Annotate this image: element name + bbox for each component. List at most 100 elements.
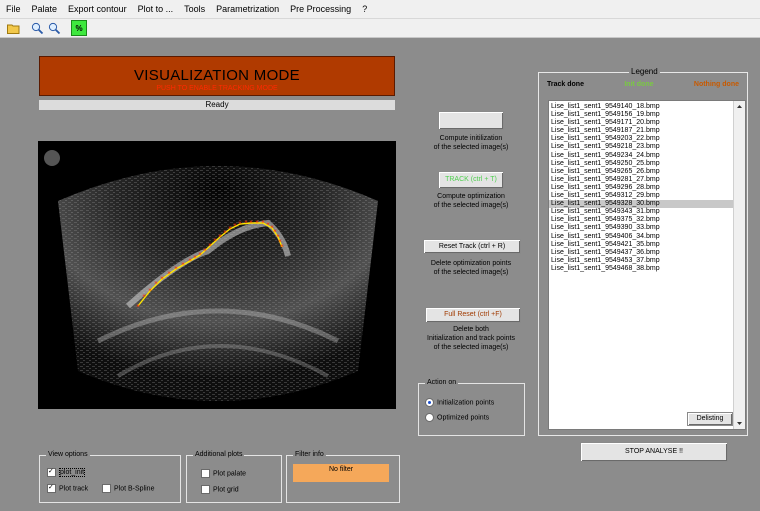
radio-initialization-label: Initialization points — [437, 399, 495, 407]
menu-parametrization[interactable]: Parametrization — [210, 4, 284, 14]
status-bar: Ready — [39, 100, 395, 110]
radio-on-icon — [425, 398, 434, 407]
list-item[interactable]: Lise_list1_sent1_9549296_28.bmp — [549, 184, 745, 192]
svg-text:*: * — [218, 233, 222, 241]
list-item[interactable]: Lise_list1_sent1_9549265_26.bmp — [549, 168, 745, 176]
svg-text:*: * — [142, 293, 146, 301]
scroll-up-icon[interactable] — [734, 101, 745, 112]
list-item[interactable]: Lise_list1_sent1_9549140_18.bmp — [549, 103, 745, 111]
file-list[interactable]: Lise_list1_sent1_9549140_18.bmp Lise_list… — [548, 100, 746, 430]
list-item[interactable]: Lise_list1_sent1_9549468_38.bmp — [549, 265, 745, 273]
full-reset-button[interactable]: Full Reset (ctrl +F) — [425, 307, 521, 323]
open-folder-icon[interactable] — [6, 21, 20, 35]
checkbox-plot-grid[interactable]: Plot grid — [201, 485, 239, 494]
delisting-label: Delisting — [696, 415, 724, 422]
list-item[interactable]: Lise_list1_sent1_9549187_21.bmp — [549, 127, 745, 135]
reset-track-label: Reset Track (ctrl + R) — [438, 243, 506, 250]
svg-text:*: * — [181, 261, 185, 269]
list-item[interactable]: Lise_list1_sent1_9549171_20.bmp — [549, 119, 745, 127]
mode-title: VISUALIZATION MODE — [134, 67, 300, 84]
svg-text:*: * — [228, 225, 232, 233]
list-item[interactable]: Lise_list1_sent1_9549281_27.bmp — [549, 176, 745, 184]
stop-analyse-button[interactable]: STOP ANALYSE !! — [580, 442, 728, 462]
radio-optimized-points[interactable]: Optimized points — [425, 413, 489, 422]
action-on-group: Action on Initialization points Optimize… — [418, 379, 525, 436]
full-reset-label: Full Reset (ctrl +F) — [444, 311, 502, 318]
list-item[interactable]: Lise_list1_sent1_9549156_19.bmp — [549, 111, 745, 119]
checkbox-plot-init[interactable]: plot_init — [47, 467, 86, 478]
action-on-title: Action on — [425, 379, 459, 386]
toolbar: % — [0, 19, 760, 38]
svg-text:*: * — [261, 219, 265, 227]
reset-track-button[interactable]: Reset Track (ctrl + R) — [423, 239, 521, 254]
list-item[interactable]: Lise_list1_sent1_9549218_23.bmp — [549, 143, 745, 151]
radio-optimized-label: Optimized points — [437, 414, 490, 422]
svg-text:*: * — [167, 270, 171, 278]
list-item[interactable]: Lise_list1_sent1_9549406_34.bmp — [549, 233, 745, 241]
list-item[interactable]: Lise_list1_sent1_9549453_37.bmp — [549, 257, 745, 265]
zoom-out-icon[interactable] — [47, 21, 61, 35]
track-caption: Compute optimization of the selected ima… — [433, 193, 509, 209]
scrollbar[interactable] — [733, 101, 745, 429]
mode-subtitle: PUSH TO ENABLE TRACKING MODE — [156, 85, 278, 92]
stop-analyse-label: STOP ANALYSE !! — [625, 448, 683, 455]
checkbox-plot-track[interactable]: Plot track — [47, 483, 88, 493]
list-item[interactable]: Lise_list1_sent1_9549250_25.bmp — [549, 160, 745, 168]
legend-track-done: Track done — [547, 81, 584, 88]
mode-banner[interactable]: VISUALIZATION MODE PUSH TO ENABLE TRACKI… — [39, 56, 395, 96]
svg-text:*: * — [188, 257, 192, 265]
menu-palate[interactable]: Palate — [26, 4, 63, 14]
reset-track-caption: Delete optimization points of the select… — [430, 260, 512, 276]
track-button[interactable]: TRACK (ctrl + T) — [438, 171, 504, 189]
legend-nothing-done: Nothing done — [693, 81, 739, 88]
list-item[interactable]: Lise_list1_sent1_9549234_24.bmp — [549, 152, 745, 160]
svg-text:*: * — [208, 242, 212, 250]
menu-bar: File Palate Export contour Plot to ... T… — [0, 0, 760, 19]
additional-plots-group: Additional plots Plot palate Plot grid — [186, 451, 282, 503]
list-item[interactable]: Lise_list1_sent1_9549343_31.bmp — [549, 208, 745, 216]
track-button-label: TRACK (ctrl + T) — [445, 176, 497, 183]
list-item[interactable]: Lise_list1_sent1_9549421_35.bmp — [549, 241, 745, 249]
filter-info-value: No filter — [293, 464, 389, 482]
init-button[interactable] — [438, 111, 504, 130]
list-item[interactable]: Lise_list1_sent1_9549375_32.bmp — [549, 216, 745, 224]
checkbox-unchecked-icon — [102, 484, 111, 493]
delisting-button[interactable]: Delisting — [687, 412, 733, 426]
menu-plot-to[interactable]: Plot to ... — [132, 4, 179, 14]
menu-pre-processing[interactable]: Pre Processing — [284, 4, 356, 14]
svg-text:*: * — [213, 237, 217, 245]
list-item[interactable]: Lise_list1_sent1_9549390_33.bmp — [549, 224, 745, 232]
menu-file[interactable]: File — [0, 4, 26, 14]
ultrasound-image[interactable]: * * * * * * * * * * * * * * * * * * * * * * * * * * * * * — [38, 141, 396, 409]
checkbox-plot-bspline[interactable]: Plot B-Spline — [102, 484, 154, 493]
checkbox-plot-palate[interactable]: Plot palate — [201, 469, 246, 478]
list-item[interactable]: Lise_list1_sent1_9549328_30.bmp — [549, 200, 745, 209]
plot-palate-label: Plot palate — [213, 470, 247, 478]
plot-bspline-label: Plot B-Spline — [114, 485, 155, 493]
svg-text:*: * — [136, 303, 140, 311]
svg-text:*: * — [203, 247, 207, 255]
view-options-title: View options — [46, 451, 90, 458]
menu-help[interactable]: ? — [356, 4, 372, 14]
list-item[interactable]: Lise_list1_sent1_9549312_29.bmp — [549, 192, 745, 200]
svg-text:*: * — [198, 251, 202, 259]
svg-text:*: * — [244, 219, 248, 227]
checkbox-unchecked-icon — [201, 469, 210, 478]
green-edit-icon[interactable]: % — [71, 20, 87, 36]
ultrasound-canvas: **** *** * * * * * ** * * * * * * * * * * * **** — [44, 150, 378, 401]
svg-text:*: * — [238, 220, 242, 228]
radio-initialization-points[interactable]: Initialization points — [425, 398, 494, 407]
svg-text:*: * — [154, 280, 158, 288]
svg-text:*: * — [160, 275, 164, 283]
menu-export-contour[interactable]: Export contour — [62, 4, 132, 14]
scroll-down-icon[interactable] — [734, 418, 745, 429]
list-item[interactable]: Lise_list1_sent1_9549437_36.bmp — [549, 249, 745, 257]
checkbox-checked-icon — [47, 483, 56, 493]
plot-init-label: plot_init — [59, 468, 86, 478]
menu-tools[interactable]: Tools — [178, 4, 210, 14]
zoom-in-icon[interactable] — [30, 21, 44, 35]
legend-header: Track done Init done Nothing done — [547, 81, 739, 93]
list-item[interactable]: Lise_list1_sent1_9549203_22.bmp — [549, 135, 745, 143]
svg-text:*: * — [233, 222, 237, 230]
svg-text:*: * — [223, 229, 227, 237]
